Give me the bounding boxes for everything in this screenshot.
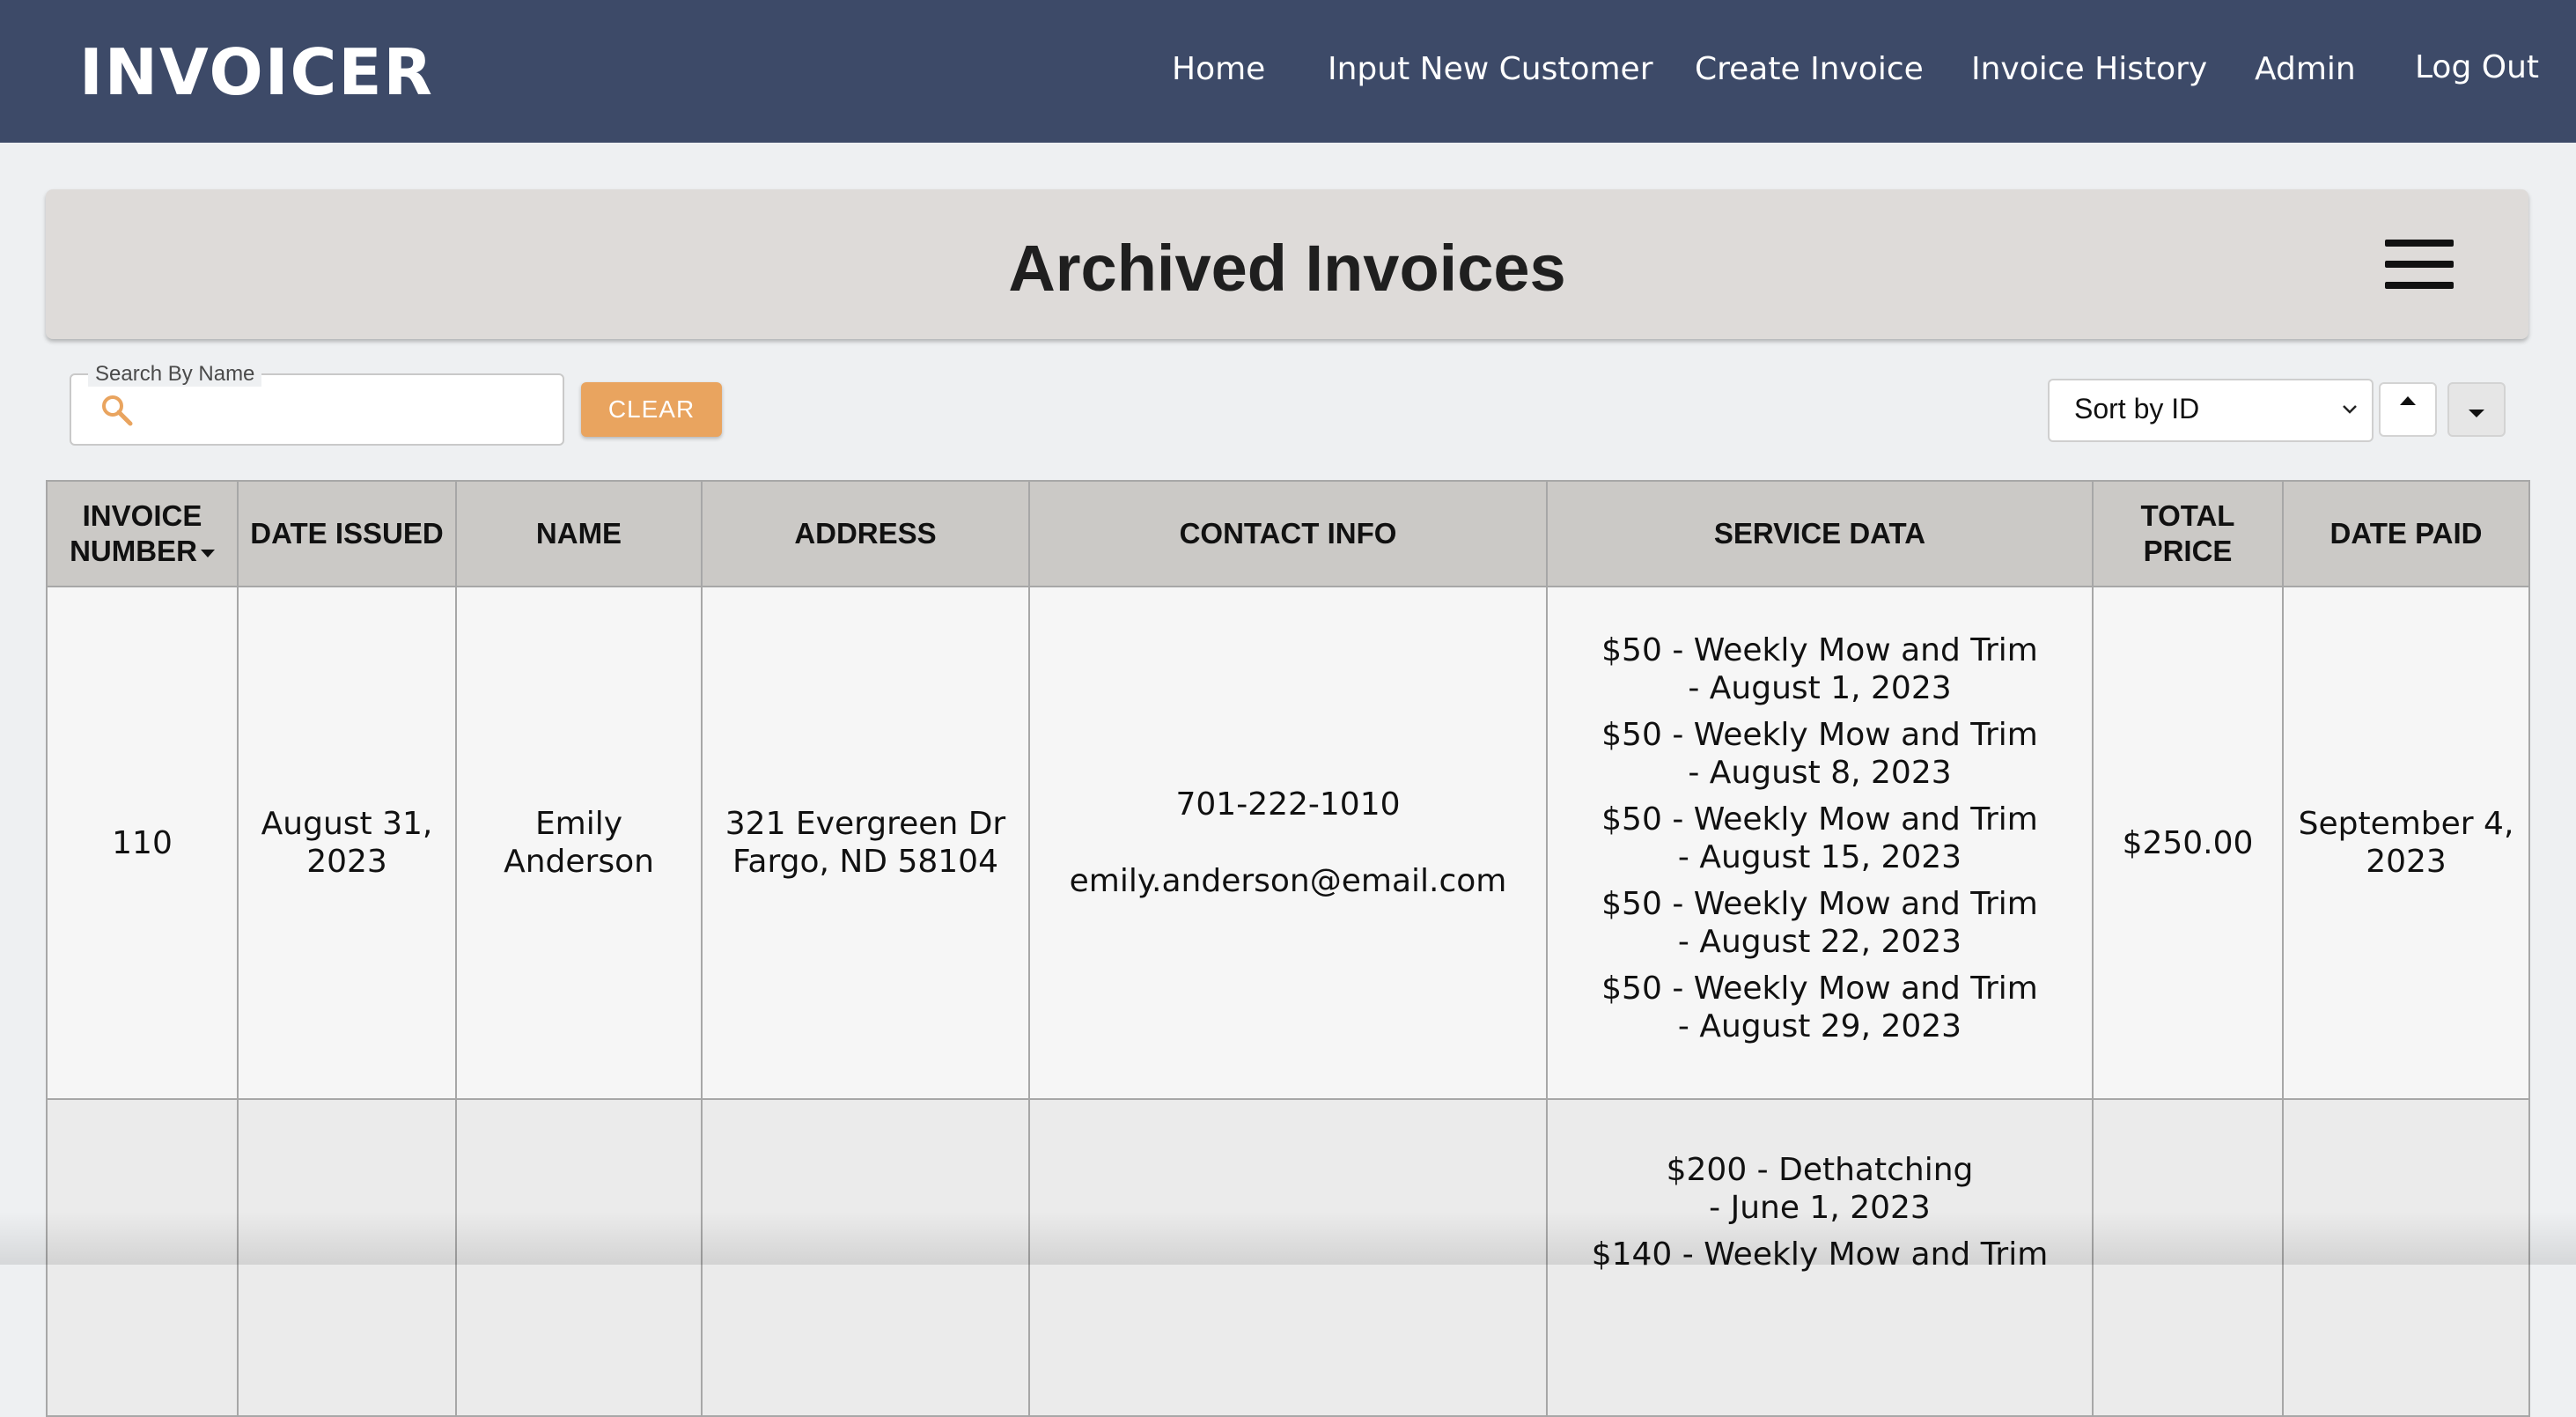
cell-invoice-number: 110	[46, 586, 239, 1100]
column-header-invoice-number[interactable]: INVOICE NUMBER	[46, 480, 239, 587]
sort-caret-icon	[200, 549, 215, 557]
nav-create-invoice[interactable]: Create Invoice	[1695, 51, 1924, 87]
app-brand[interactable]: INVOICER	[79, 35, 434, 109]
service-item: $50 - Weekly Mow and Trim - August 29, 2…	[1562, 970, 2078, 1045]
top-navbar: INVOICER Home Input New Customer Create …	[0, 0, 2576, 143]
sort-descending-button[interactable]	[2447, 382, 2506, 437]
column-header-total-price[interactable]: TOTAL PRICE	[2092, 480, 2284, 587]
service-date: - August 22, 2023	[1677, 924, 1962, 960]
column-header-name[interactable]: NAME	[455, 480, 703, 587]
cell-service-data: $50 - Weekly Mow and Trim - August 1, 20…	[1546, 586, 2094, 1100]
nav-input-new-customer[interactable]: Input New Customer	[1328, 51, 1653, 87]
clear-button[interactable]: CLEAR	[581, 382, 722, 437]
cell-date-issued	[237, 1098, 457, 1417]
chevron-down-icon	[2343, 405, 2357, 414]
column-header-label: INVOICE NUMBER	[70, 499, 202, 567]
service-description: $50 - Weekly Mow and Trim	[1601, 801, 2038, 838]
sort-selected-value: Sort by ID	[2074, 393, 2200, 424]
cell-total-price	[2092, 1098, 2284, 1417]
cell-service-data: $200 - Dethatching - June 1, 2023 $140 -…	[1546, 1098, 2094, 1417]
sort-ascending-button[interactable]	[2379, 382, 2437, 437]
search-input[interactable]	[151, 384, 550, 435]
column-header-contact-info[interactable]: CONTACT INFO	[1028, 480, 1548, 587]
service-description: $140 - Weekly Mow and Trim	[1591, 1236, 2049, 1273]
cell-date-paid: September 4, 2023	[2282, 586, 2530, 1100]
cell-contact-info: 701-222-1010 emily.anderson@email.com	[1028, 586, 1548, 1100]
service-item: $50 - Weekly Mow and Trim - August 1, 20…	[1562, 631, 2078, 707]
column-header-date-issued[interactable]: DATE ISSUED	[237, 480, 457, 587]
address-line-1: 321 Evergreen Dr	[725, 806, 1006, 842]
nav-log-out[interactable]: Log Out	[2415, 49, 2539, 85]
page-title: Archived Invoices	[1008, 232, 1566, 305]
table-row[interactable]: 110 August 31, 2023 Emily Anderson 321 E…	[46, 586, 2530, 1100]
service-description: $200 - Dethatching	[1666, 1152, 1974, 1188]
service-item: $140 - Weekly Mow and Trim	[1562, 1236, 2078, 1273]
service-description: $50 - Weekly Mow and Trim	[1601, 632, 2038, 668]
service-item: $50 - Weekly Mow and Trim - August 22, 2…	[1562, 885, 2078, 961]
hamburger-menu-icon[interactable]	[2385, 240, 2455, 289]
service-date: - August 29, 2023	[1677, 1008, 1962, 1044]
contact-phone: 701-222-1010	[1175, 786, 1401, 823]
column-header-address[interactable]: ADDRESS	[701, 480, 1030, 587]
nav-invoice-history[interactable]: Invoice History	[1971, 51, 2207, 87]
table-header-row: INVOICE NUMBER DATE ISSUED NAME ADDRESS …	[46, 480, 2530, 587]
address-line-2: Fargo, ND 58104	[732, 844, 998, 880]
caret-down-icon	[2469, 410, 2484, 417]
service-date: - August 8, 2023	[1688, 755, 1952, 791]
cell-total-price: $250.00	[2092, 586, 2284, 1100]
service-date: - August 1, 2023	[1688, 670, 1952, 706]
service-description: $50 - Weekly Mow and Trim	[1601, 886, 2038, 922]
cell-address	[701, 1098, 1030, 1417]
service-date: - June 1, 2023	[1709, 1190, 1931, 1226]
table-row[interactable]: $200 - Dethatching - June 1, 2023 $140 -…	[46, 1098, 2530, 1417]
page-header-card: Archived Invoices	[46, 189, 2528, 339]
service-description: $50 - Weekly Mow and Trim	[1601, 970, 2038, 1007]
cell-name	[455, 1098, 703, 1417]
cell-contact-info	[1028, 1098, 1548, 1417]
caret-up-icon	[2400, 396, 2416, 405]
service-description: $50 - Weekly Mow and Trim	[1601, 717, 2038, 753]
column-header-date-paid[interactable]: DATE PAID	[2282, 480, 2530, 587]
archived-invoices-table: INVOICE NUMBER DATE ISSUED NAME ADDRESS …	[46, 480, 2530, 1417]
cell-address: 321 Evergreen Dr Fargo, ND 58104	[701, 586, 1030, 1100]
cell-name: Emily Anderson	[455, 586, 703, 1100]
search-icon	[102, 395, 133, 426]
nav-admin[interactable]: Admin	[2255, 51, 2356, 87]
search-label: Search By Name	[88, 362, 262, 387]
cell-date-issued: August 31, 2023	[237, 586, 457, 1100]
service-item: $50 - Weekly Mow and Trim - August 8, 20…	[1562, 716, 2078, 792]
service-item: $50 - Weekly Mow and Trim - August 15, 2…	[1562, 801, 2078, 876]
cell-date-paid	[2282, 1098, 2530, 1417]
sort-select[interactable]: Sort by ID	[2048, 379, 2374, 442]
cell-invoice-number	[46, 1098, 239, 1417]
invoices-table-container: INVOICE NUMBER DATE ISSUED NAME ADDRESS …	[46, 480, 2530, 1417]
column-header-service-data[interactable]: SERVICE DATA	[1546, 480, 2094, 587]
contact-email: emily.anderson@email.com	[1069, 863, 1507, 899]
service-date: - August 15, 2023	[1677, 839, 1962, 875]
service-item: $200 - Dethatching - June 1, 2023	[1562, 1151, 2078, 1227]
nav-home[interactable]: Home	[1172, 51, 1265, 87]
